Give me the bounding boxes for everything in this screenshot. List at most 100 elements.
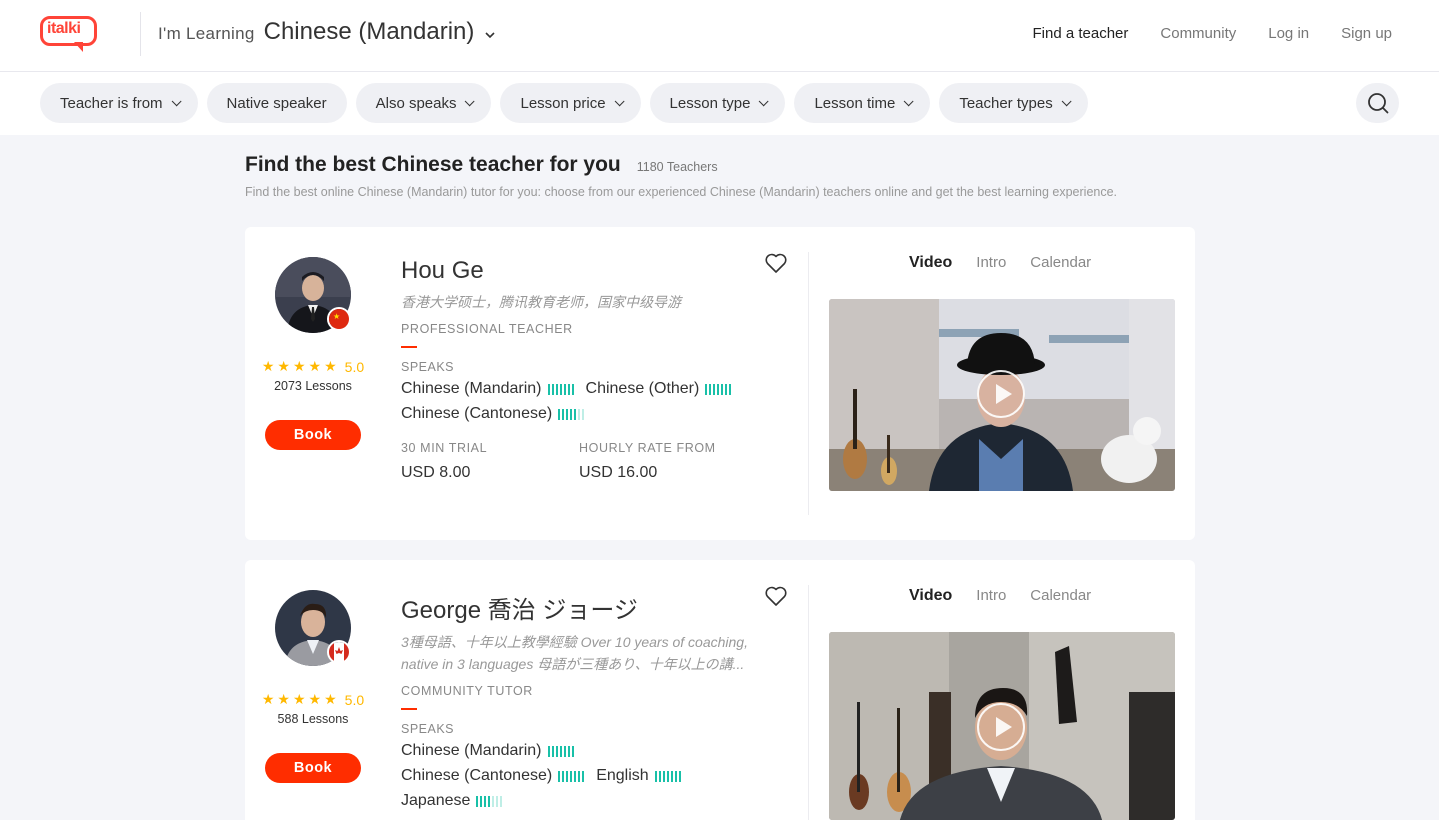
filter-teacher-from[interactable]: Teacher is from <box>40 83 198 123</box>
teacher-tagline: 3種母語、十年以上教學經驗 Over 10 years of coaching,… <box>401 634 748 672</box>
intro-video-thumbnail[interactable] <box>829 299 1175 491</box>
book-button[interactable]: Book <box>265 753 361 783</box>
page-subtitle: Find the best online Chinese (Mandarin) … <box>245 185 1118 199</box>
language-name: Chinese (Cantonese) <box>401 405 553 422</box>
language-item: Chinese (Cantonese) <box>401 403 585 425</box>
tab-video[interactable]: Video <box>909 254 952 272</box>
chevron-down-icon <box>759 95 770 106</box>
filter-lesson-price[interactable]: Lesson price <box>500 83 641 123</box>
logo-text: italki <box>47 20 81 37</box>
language-list: Chinese (Mandarin) Chinese (Other) Chinese… <box>401 378 781 425</box>
filter-label: Lesson time <box>814 94 896 112</box>
language-item: Japanese <box>401 790 503 812</box>
filter-label: Teacher is from <box>60 94 163 112</box>
rating-block: ★ ★ ★ ★ ★ 5.0 588 Lessons <box>245 691 381 726</box>
star-icon: ★ <box>292 358 306 374</box>
play-icon[interactable] <box>977 703 1025 751</box>
filter-label: Teacher types <box>959 94 1053 112</box>
language-name: Chinese (Cantonese) <box>401 767 553 784</box>
intro-video-thumbnail[interactable] <box>829 632 1175 820</box>
filter-teacher-types[interactable]: Teacher types <box>939 83 1088 123</box>
nav-community[interactable]: Community <box>1160 25 1236 42</box>
proficiency-level-icon <box>654 770 681 782</box>
divider-accent <box>401 346 417 348</box>
language-item: Chinese (Cantonese) <box>401 765 585 787</box>
teacher-name[interactable]: Hou Ge <box>401 257 781 285</box>
teacher-info: Hou Ge 香港大学硕士，腾讯教育老师，国家中级导游 PROFESSIONAL… <box>401 257 781 482</box>
star-icon: ★ <box>261 358 275 374</box>
canada-flag-icon <box>327 640 351 664</box>
hourly-price-block: HOURLY RATE FROM USD 16.00 <box>579 441 757 482</box>
play-icon[interactable] <box>977 370 1025 418</box>
proficiency-level-icon <box>558 770 585 782</box>
language-name: Chinese (Mandarin) <box>401 742 542 759</box>
rating-block: ★ ★ ★ ★ ★ 5.0 2073 Lessons <box>245 358 381 393</box>
tab-intro[interactable]: Intro <box>976 254 1006 272</box>
filter-native-speaker[interactable]: Native speaker <box>206 83 347 123</box>
top-nav: Find a teacher Community Log in Sign up <box>1033 25 1393 42</box>
language-item: English <box>596 765 681 787</box>
filter-list: Teacher is from Native speaker Also spea… <box>40 83 1088 123</box>
trial-price: USD 8.00 <box>401 464 471 481</box>
tab-calendar[interactable]: Calendar <box>1030 587 1091 605</box>
search-icon <box>1367 93 1388 114</box>
top-header: italki I'm Learning Chinese (Mandarin) F… <box>0 0 1439 72</box>
proficiency-level-icon <box>705 383 732 395</box>
nav-signup[interactable]: Sign up <box>1341 25 1392 42</box>
star-icon: ★ <box>308 691 322 707</box>
nav-find-teacher[interactable]: Find a teacher <box>1033 25 1129 42</box>
teacher-info: George 喬治 ジョージ 3種母語、十年以上教學經驗 Over 10 yea… <box>401 590 781 812</box>
trial-label: 30 MIN TRIAL <box>401 441 488 455</box>
rating-score: 5.0 <box>344 358 365 375</box>
language-name: English <box>596 767 649 784</box>
filter-lesson-type[interactable]: Lesson type <box>649 83 786 123</box>
heart-icon[interactable] <box>764 585 788 607</box>
card-divider <box>808 585 809 820</box>
teacher-type: PROFESSIONAL TEACHER <box>401 322 573 336</box>
italki-logo[interactable]: italki <box>40 16 97 52</box>
teacher-name[interactable]: George 喬治 ジョージ <box>401 590 781 625</box>
teacher-card[interactable]: ★ ★ ★ ★ ★ ★ 5.0 2073 Lessons Book Hou Ge 香港大… <box>245 227 1195 540</box>
language-list: Chinese (Mandarin) Chinese (Cantonese) Eng… <box>401 740 701 812</box>
filter-also-speaks[interactable]: Also speaks <box>355 83 492 123</box>
chevron-down-icon <box>171 95 182 106</box>
lessons-count: 2073 Lessons <box>274 379 352 393</box>
language-item: Chinese (Mandarin) <box>401 378 574 400</box>
tab-intro[interactable]: Intro <box>976 587 1006 605</box>
star-icon: ★ <box>324 358 337 374</box>
tab-calendar[interactable]: Calendar <box>1030 254 1091 272</box>
filter-bar: Teacher is from Native speaker Also spea… <box>0 72 1439 135</box>
header-divider <box>140 12 141 56</box>
book-button[interactable]: Book <box>265 420 361 450</box>
star-rating: ★ ★ ★ ★ ★ 5.0 <box>262 358 364 375</box>
card-divider <box>808 252 809 515</box>
star-icon: ★ <box>292 691 306 707</box>
heart-icon[interactable] <box>764 252 788 274</box>
language-name: Chinese (Mandarin) <box>401 380 542 397</box>
search-button[interactable] <box>1356 83 1399 123</box>
language-item: Chinese (Mandarin) <box>401 740 574 762</box>
learning-prefix: I'm Learning <box>158 24 255 43</box>
teacher-type: COMMUNITY TUTOR <box>401 684 533 698</box>
chevron-down-icon <box>485 32 495 39</box>
filter-label: Lesson price <box>520 94 606 112</box>
proficiency-level-icon <box>547 745 574 757</box>
star-icon: ★ <box>277 691 290 707</box>
filter-lesson-time[interactable]: Lesson time <box>794 83 931 123</box>
proficiency-level-icon <box>558 408 585 420</box>
media-tabs: Video Intro Calendar <box>909 254 1091 272</box>
star-icon: ★ <box>277 358 290 374</box>
learning-language-selector[interactable]: I'm Learning Chinese (Mandarin) <box>158 18 495 46</box>
divider-accent <box>401 708 417 710</box>
teacher-card[interactable]: ★ ★ ★ ★ ★ 5.0 588 Lessons Book George 喬治 ジョー… <box>245 560 1195 820</box>
nav-login[interactable]: Log in <box>1268 25 1309 42</box>
lessons-count: 588 Lessons <box>277 712 349 726</box>
china-flag-icon: ★ <box>327 307 351 331</box>
learning-language: Chinese (Mandarin) <box>263 18 475 45</box>
tab-video[interactable]: Video <box>909 587 952 605</box>
filter-label: Native speaker <box>226 94 327 112</box>
speaks-label: SPEAKS <box>401 722 455 736</box>
chevron-down-icon <box>614 95 625 106</box>
price-block: 30 MIN TRIAL USD 8.00 HOURLY RATE FROM U… <box>401 441 781 482</box>
star-icon: ★ <box>308 358 322 374</box>
